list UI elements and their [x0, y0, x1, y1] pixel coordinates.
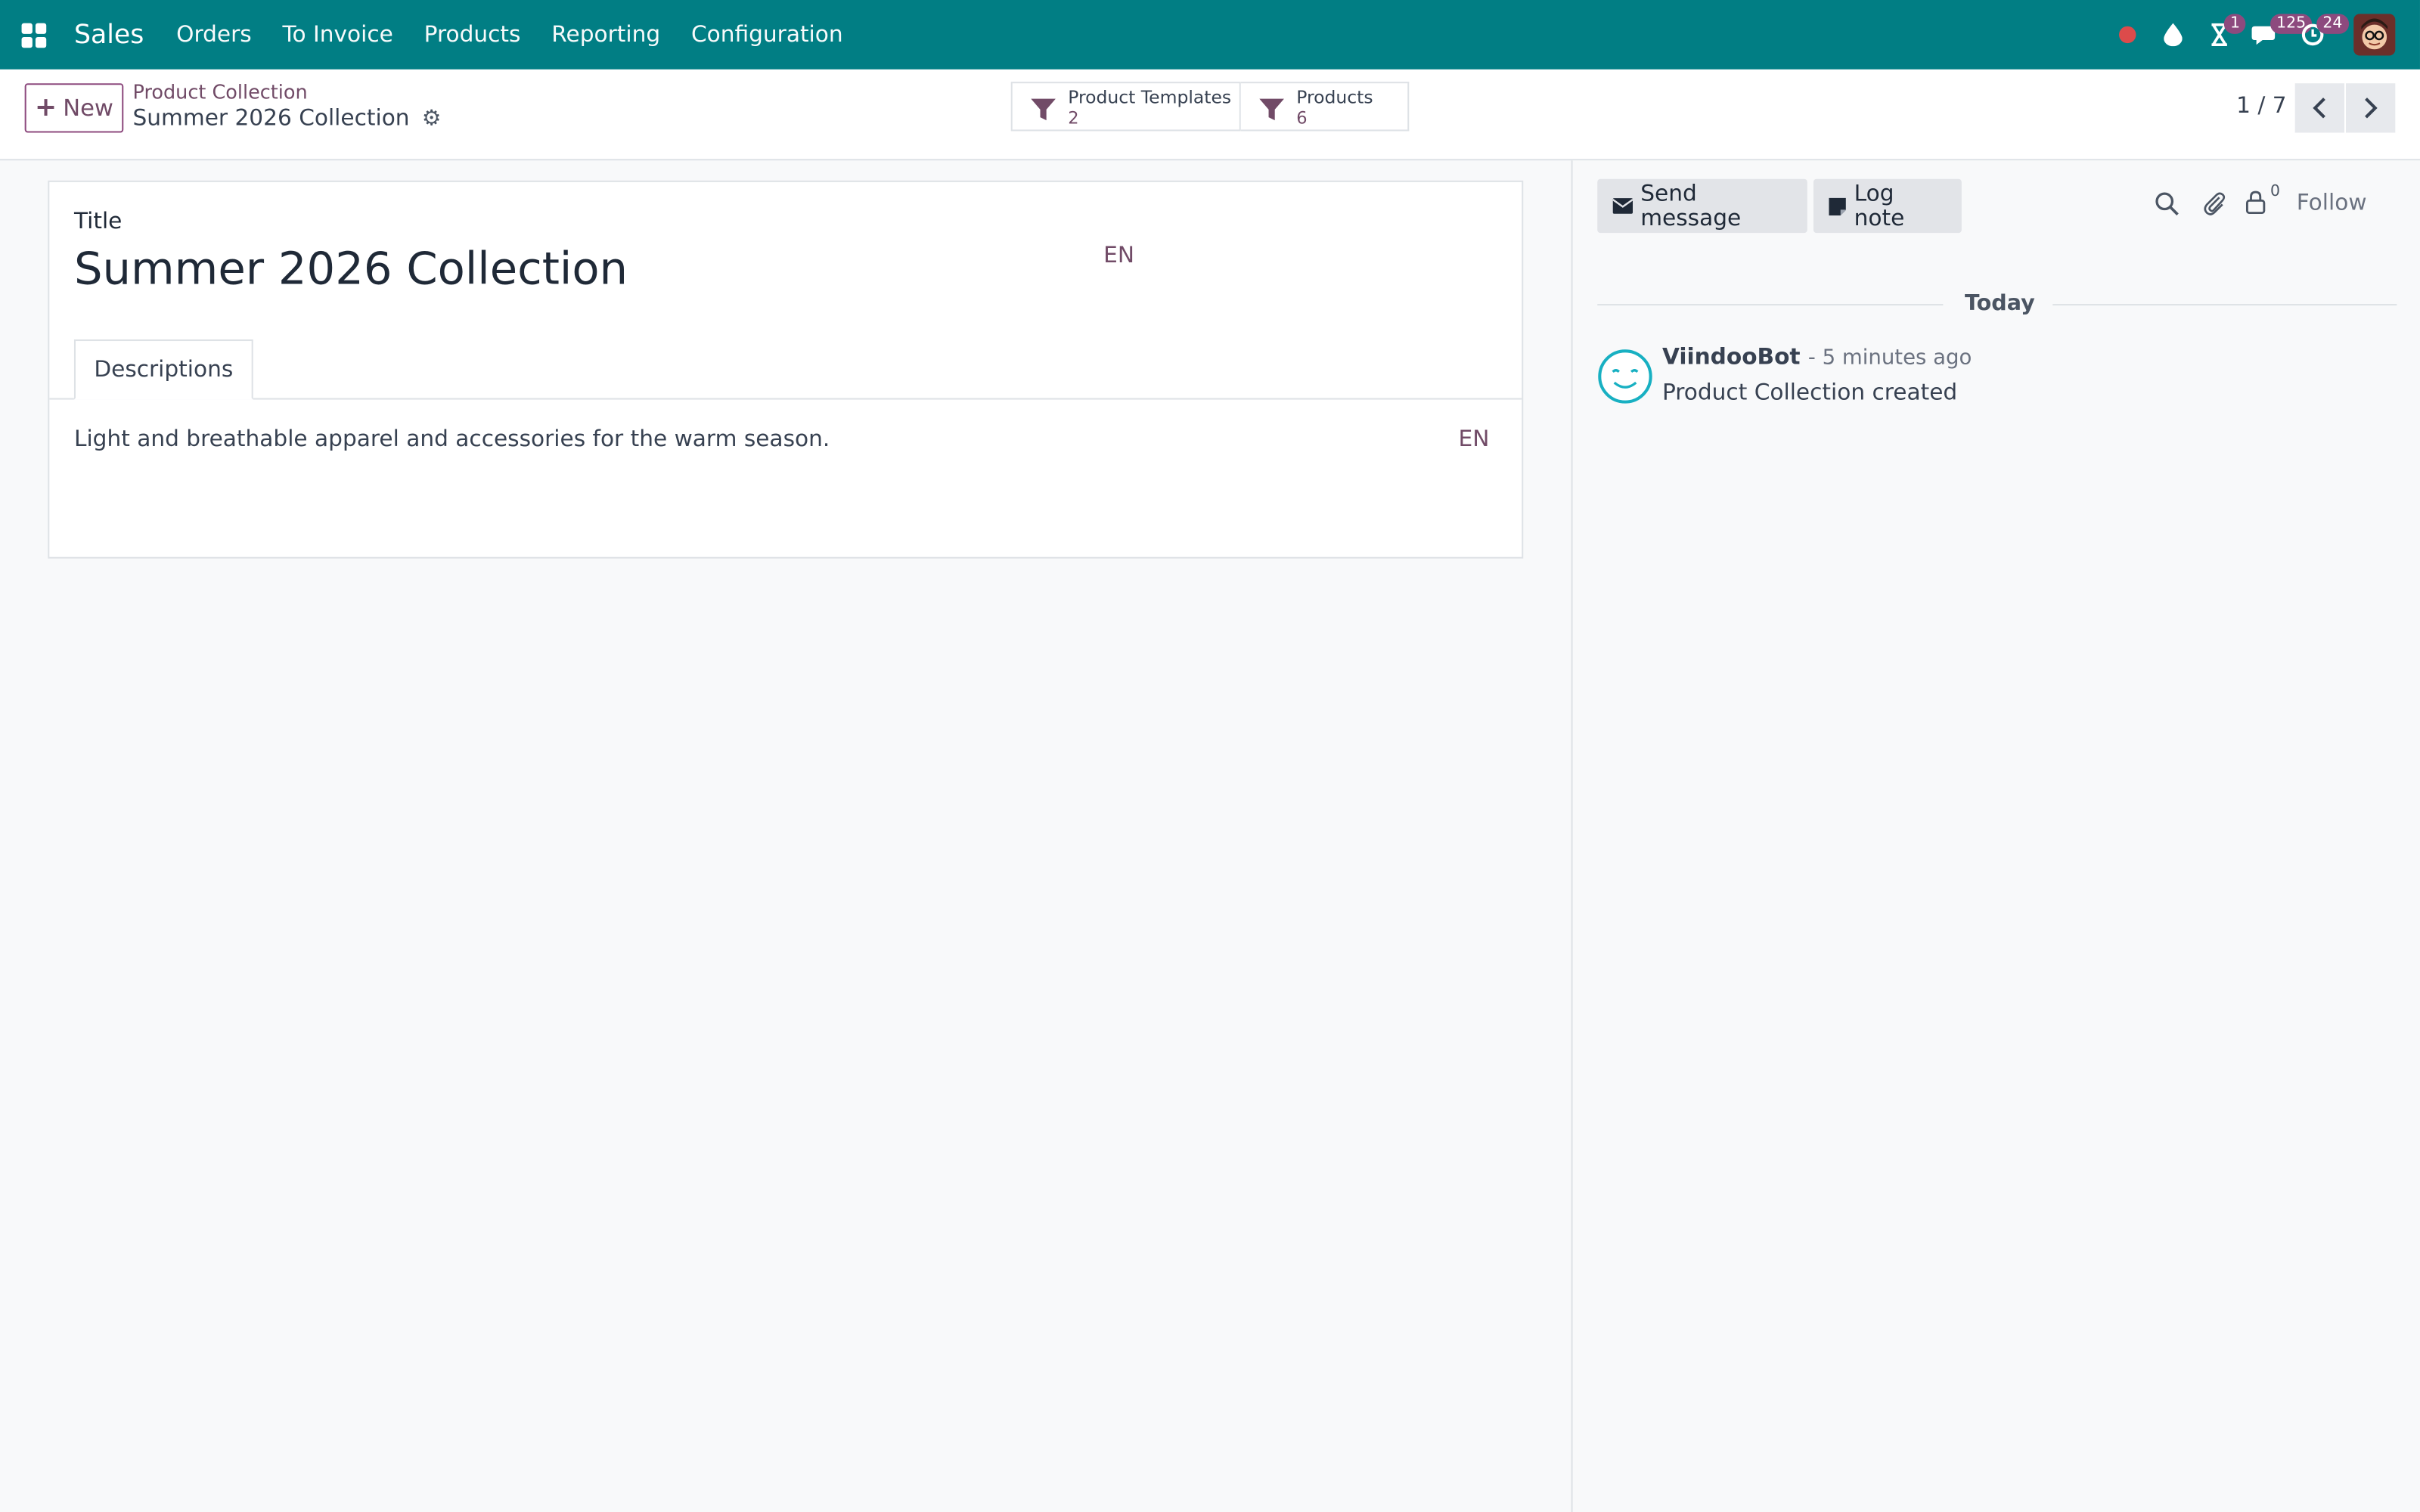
envelope-icon — [1612, 198, 1634, 214]
app-brand[interactable]: Sales — [74, 20, 144, 51]
new-button-label: New — [63, 94, 113, 122]
filter-icon — [1259, 98, 1284, 121]
pager-next-button[interactable] — [2346, 83, 2396, 133]
message-body: Product Collection created — [1661, 381, 1958, 406]
message-author: ViindooBot - 5 minutes ago — [1662, 345, 1972, 370]
title-field[interactable]: Summer 2026 Collection — [74, 242, 628, 294]
log-note-label: Log note — [1854, 181, 1905, 231]
title-language-button[interactable]: EN — [1103, 243, 1134, 268]
tab-divider — [49, 398, 1522, 400]
chatter-panel: Send message Log note 0 Follow Today Vii… — [1571, 160, 2420, 1512]
chevron-right-icon — [2365, 98, 2378, 119]
form-sheet: Title Summer 2026 Collection EN Descript… — [48, 180, 1524, 559]
systray: 1 125 24 — [2104, 0, 2420, 70]
bot-avatar-icon — [1598, 349, 1652, 404]
smart-buttons: Product Templates 2 Products 6 — [1010, 82, 1410, 132]
paperclip-icon[interactable] — [2202, 191, 2227, 218]
recording-icon[interactable] — [2104, 0, 2150, 70]
plus-icon: + — [34, 92, 57, 124]
menu-orders[interactable]: Orders — [161, 23, 267, 48]
filter-icon — [1031, 98, 1056, 121]
menu-products[interactable]: Products — [408, 23, 536, 48]
menu-reporting[interactable]: Reporting — [536, 23, 676, 48]
pager-previous-button[interactable] — [2294, 83, 2344, 133]
activity-clock-icon[interactable]: 24 — [2289, 0, 2349, 70]
followers-count: 0 — [2270, 183, 2281, 201]
search-icon[interactable] — [2155, 191, 2180, 216]
smart-button-label: Product Templates — [1068, 86, 1232, 108]
control-panel: + New Product Collection Summer 2026 Col… — [0, 69, 2420, 161]
breadcrumb-current: Summer 2026 Collection ⚙ — [133, 107, 442, 132]
new-button[interactable]: + New — [24, 83, 124, 133]
hourglass-icon[interactable]: 1 — [2196, 0, 2247, 70]
send-message-button[interactable]: Send message — [1597, 178, 1807, 234]
top-navbar: Sales Orders To Invoice Products Reporti… — [0, 0, 2420, 70]
title-label: Title — [73, 209, 123, 235]
activity-timer-badge: 24 — [2316, 14, 2349, 34]
pager-value[interactable]: 1 / 7 — [2236, 94, 2286, 119]
breadcrumb-current-label: Summer 2026 Collection — [132, 106, 410, 132]
gear-icon[interactable]: ⚙ — [422, 107, 442, 132]
apps-menu-icon[interactable] — [0, 0, 68, 70]
tab-descriptions[interactable]: Descriptions — [73, 339, 253, 400]
description-language-button[interactable]: EN — [1459, 427, 1490, 452]
date-separator-line — [2052, 304, 2397, 306]
follow-button[interactable]: Follow — [2297, 191, 2367, 216]
sticky-note-icon — [1829, 197, 1847, 215]
message-author-name[interactable]: ViindooBot — [1662, 345, 1801, 370]
send-message-label: Send message — [1640, 181, 1742, 231]
breadcrumb-parent[interactable]: Product Collection — [133, 80, 308, 104]
followers-button[interactable]: 0 — [2245, 184, 2280, 215]
lock-icon — [2245, 191, 2266, 215]
chat-bubbles-icon[interactable]: 125 — [2242, 0, 2313, 70]
menu-configuration[interactable]: Configuration — [676, 23, 859, 48]
smart-button-products[interactable]: Products 6 — [1240, 82, 1410, 132]
message-date: - 5 minutes ago — [1807, 345, 1972, 370]
menu-to-invoice[interactable]: To Invoice — [267, 23, 408, 48]
log-note-button[interactable]: Log note — [1813, 178, 1962, 234]
smart-button-product-templates[interactable]: Product Templates 2 — [1010, 82, 1241, 132]
description-field[interactable]: Light and breathable apparel and accesso… — [74, 427, 830, 452]
date-separator-line — [1597, 304, 1944, 306]
smart-button-count: 6 — [1296, 107, 1308, 129]
user-avatar[interactable] — [2353, 14, 2396, 56]
date-separator-label: Today — [1964, 291, 2035, 317]
chevron-left-icon — [2313, 98, 2325, 119]
smart-button-label: Products — [1296, 86, 1373, 108]
droplet-icon[interactable] — [2150, 0, 2196, 70]
smart-button-count: 2 — [1068, 107, 1079, 129]
